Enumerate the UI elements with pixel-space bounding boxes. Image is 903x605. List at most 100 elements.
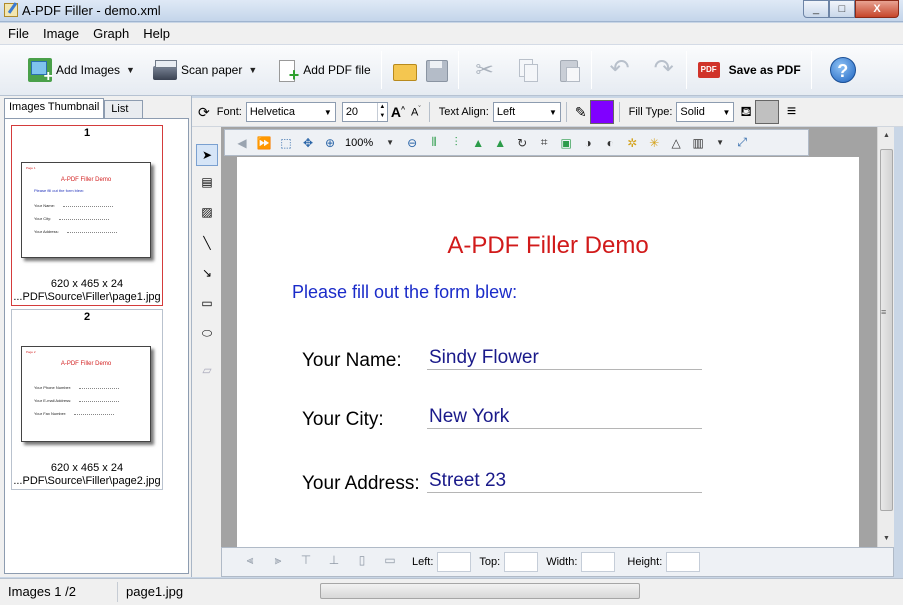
thumbnail-item[interactable]: 1 Page 1 A-PDF Filler Demo Please fill o… — [11, 125, 163, 306]
contrast-icon[interactable]: ◑ — [578, 134, 598, 152]
copy-button[interactable] — [511, 50, 543, 90]
export-icon[interactable]: ⤢ — [732, 134, 752, 152]
vertical-scrollbar[interactable]: ▲ ≡ ▼ — [877, 127, 894, 547]
save-as-pdf-button[interactable]: Save as PDF — [693, 50, 805, 90]
text-align-select[interactable]: Left ▼ — [492, 102, 561, 122]
image-tool-icon[interactable]: ▨ — [196, 201, 218, 223]
add-images-dropdown-icon[interactable]: ▼ — [126, 65, 135, 75]
maximize-button[interactable]: □ — [829, 0, 855, 18]
close-button[interactable]: X — [855, 0, 899, 18]
document-page[interactable]: A-PDF Filler Demo Please fill out the fo… — [237, 157, 859, 547]
menu-help[interactable]: Help — [135, 26, 176, 41]
same-width-icon[interactable]: ▭ — [379, 553, 401, 571]
help-button[interactable]: ? — [826, 50, 860, 90]
spin-arrows-icon[interactable]: ▲ ▼ — [376, 103, 387, 121]
scroll-up-icon[interactable]: ▲ — [878, 127, 895, 144]
scissors-icon: ✂ — [475, 57, 494, 82]
same-height-icon[interactable]: ▯ — [351, 553, 373, 571]
top-input[interactable] — [504, 552, 539, 572]
rotate-right-icon[interactable]: ▲ — [490, 134, 510, 152]
scroll-thumb[interactable] — [880, 149, 893, 511]
align-bottom-icon[interactable]: ⊥ — [323, 553, 345, 571]
font-grow-icon[interactable]: A^ — [391, 104, 405, 120]
line-width-icon[interactable]: ≡ — [787, 103, 796, 121]
align-top-icon[interactable]: ⊤ — [295, 553, 317, 571]
flip-vertical-icon[interactable]: ⫶ — [446, 134, 466, 152]
text-color-pen-icon[interactable]: ✎ — [575, 104, 587, 121]
layout-icon[interactable]: ▥ — [688, 134, 708, 152]
left-tabs: Images Thumbnail List — [4, 98, 144, 118]
font-select[interactable]: Helvetica ▼ — [245, 102, 336, 122]
field-label-name: Your Name: — [302, 350, 402, 371]
fill-bucket-icon[interactable]: ⛾ — [740, 103, 751, 122]
redo-icon: ↷ — [653, 55, 674, 82]
zoom-in-icon[interactable]: ⊕ — [320, 134, 340, 152]
chevron-down-icon: ▼ — [548, 107, 557, 117]
layout-dropdown-icon[interactable]: ▼ — [710, 134, 730, 152]
rotate-left-icon[interactable]: ▲ — [468, 134, 488, 152]
ellipse-tool-icon[interactable]: ⬭ — [196, 322, 218, 344]
flip-horizontal-icon[interactable]: ⫴ — [424, 134, 444, 152]
fit-width-icon[interactable]: ✥ — [298, 134, 318, 152]
image-adjust-icon[interactable]: ▣ — [556, 134, 576, 152]
crop-icon[interactable]: ⌗ — [534, 134, 554, 152]
select-pointer-icon[interactable]: ➤ — [196, 144, 218, 166]
scan-paper-button[interactable]: Scan paper ▼ — [149, 50, 261, 90]
font-size-value: 20 — [345, 106, 359, 118]
thumbnail-number: 1 — [83, 127, 91, 139]
redo-button[interactable]: ↷ — [648, 50, 680, 90]
scan-paper-dropdown-icon[interactable]: ▼ — [248, 65, 257, 75]
invert-icon[interactable]: ◐ — [600, 134, 620, 152]
fit-page-icon[interactable]: ⬚ — [276, 134, 296, 152]
width-input[interactable] — [581, 552, 616, 572]
brightness-down-icon[interactable]: ✳ — [644, 134, 664, 152]
menu-image[interactable]: Image — [35, 26, 85, 41]
left-input[interactable] — [437, 552, 472, 572]
zoom-level[interactable]: 100% — [345, 137, 373, 149]
field-value-city[interactable]: New York — [427, 406, 702, 429]
refresh-icon[interactable]: ⟳ — [198, 104, 210, 121]
line-tool-icon[interactable]: ╲ — [196, 232, 218, 254]
sharpen-icon[interactable]: △ — [666, 134, 686, 152]
field-label-city: Your City: — [302, 409, 384, 430]
undo-button[interactable]: ↶ — [604, 50, 636, 90]
eraser-tool-icon[interactable]: ▱ — [196, 359, 218, 381]
brightness-up-icon[interactable]: ✲ — [622, 134, 642, 152]
zoom-out-icon[interactable]: ⊖ — [402, 134, 422, 152]
fill-type-select[interactable]: Solid ▼ — [676, 102, 735, 122]
text-color-swatch[interactable] — [589, 100, 614, 124]
thumbnail-item[interactable]: 2 Page 2 A-PDF Filler Demo Your Phone Nu… — [11, 309, 163, 490]
font-shrink-icon[interactable]: Aˇ — [411, 106, 421, 119]
tab-images-thumbnail[interactable]: Images Thumbnail — [4, 98, 105, 118]
rectangle-tool-icon[interactable]: ▭ — [196, 292, 218, 314]
zoom-dropdown-icon[interactable]: ▼ — [380, 134, 400, 152]
height-input[interactable] — [666, 552, 701, 572]
thumbnail-path: ...PDF\Source\Filler\page2.jpg — [13, 475, 161, 487]
prev-page-icon[interactable]: ◀ — [232, 134, 252, 152]
text-box-icon[interactable]: ▤ — [196, 171, 218, 193]
font-size-input[interactable]: 20 ▲ ▼ — [341, 102, 388, 122]
tab-list[interactable]: List — [104, 100, 144, 118]
fill-color-swatch[interactable] — [754, 100, 779, 124]
preview-line: Your Address: — [34, 229, 117, 234]
cut-button[interactable]: ✂ — [469, 50, 501, 90]
align-left-icon[interactable]: ⫷ — [239, 553, 261, 571]
preview-line: Your Name: — [34, 203, 113, 208]
field-value-name[interactable]: Sindy Flower — [427, 347, 702, 370]
rotate-icon[interactable]: ↻ — [512, 134, 532, 152]
menu-file[interactable]: File — [0, 26, 35, 41]
align-right-icon[interactable]: ⫸ — [267, 553, 289, 571]
add-pdf-button[interactable]: Add PDF file — [271, 50, 374, 90]
next-page-icon[interactable]: ⏩ — [254, 134, 274, 152]
open-button[interactable] — [388, 50, 420, 90]
minimize-button[interactable]: _ — [803, 0, 829, 18]
horizontal-scrollbar[interactable] — [320, 583, 640, 599]
scroll-down-icon[interactable]: ▼ — [878, 530, 895, 547]
paste-button[interactable] — [553, 50, 585, 90]
field-value-address[interactable]: Street 23 — [427, 470, 702, 493]
left-panel: Images Thumbnail List 1 Page 1 A-PDF Fil… — [0, 96, 192, 577]
add-images-button[interactable]: Add Images ▼ — [24, 50, 139, 90]
arrow-tool-icon[interactable]: ↘ — [196, 262, 218, 284]
menu-graph[interactable]: Graph — [85, 26, 135, 41]
save-button[interactable] — [420, 50, 452, 90]
